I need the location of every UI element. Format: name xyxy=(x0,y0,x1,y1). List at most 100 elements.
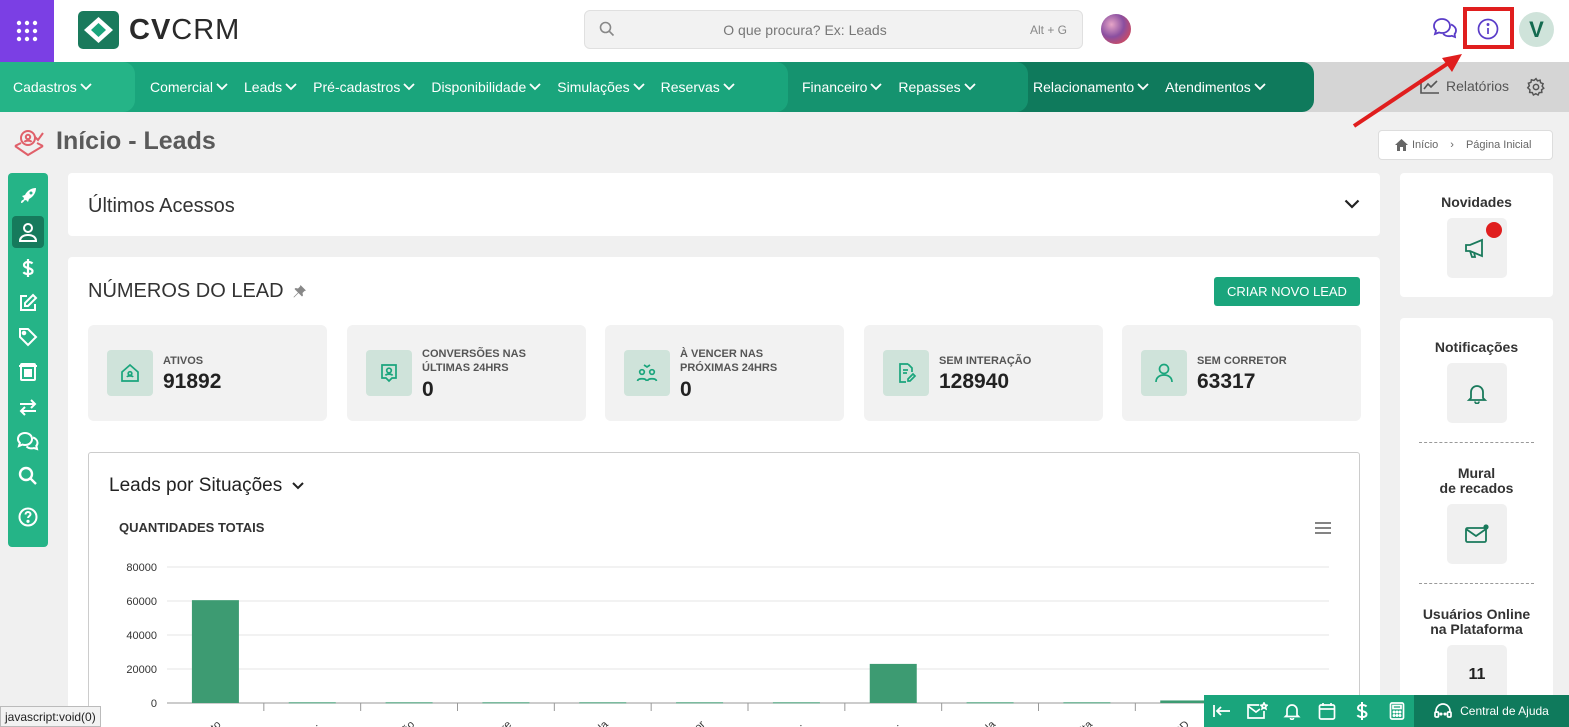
users-icon xyxy=(624,350,670,396)
nav-item-pre-cadastros[interactable]: Pré-cadastros xyxy=(313,79,415,95)
notificacoes-title: Notificações xyxy=(1434,339,1519,355)
bar[interactable] xyxy=(482,702,530,704)
rail-kiosk-button[interactable] xyxy=(12,356,44,388)
stat-card-sem-corretor[interactable]: SEM CORRETOR 63317 xyxy=(1122,325,1361,421)
highlight-annotation-box xyxy=(1463,7,1514,49)
rail-rocket-button[interactable] xyxy=(12,180,44,212)
chevron-down-icon xyxy=(292,482,304,490)
chevron-down-icon xyxy=(870,83,883,91)
user-icon xyxy=(18,223,38,242)
rail-dollar-button[interactable] xyxy=(12,252,44,284)
central-de-ajuda-button[interactable]: Central de Ajuda xyxy=(1414,695,1569,727)
bar[interactable] xyxy=(579,702,627,704)
nav-item-comercial[interactable]: Comercial xyxy=(150,79,228,95)
home-icon xyxy=(1395,139,1408,151)
nav-item-cadastros[interactable]: Cadastros xyxy=(13,79,92,95)
bar[interactable] xyxy=(676,702,724,704)
rail-chat-button[interactable] xyxy=(12,425,44,457)
nav-item-atendimentos[interactable]: Atendimentos xyxy=(1165,79,1266,95)
nav-item-financeiro[interactable]: Financeiro xyxy=(802,79,883,95)
collapse-left-button[interactable] xyxy=(1204,695,1239,727)
hamburger-menu-icon[interactable] xyxy=(1315,522,1331,534)
rocket-icon xyxy=(21,188,36,203)
swap-arrows-icon xyxy=(19,399,37,416)
breadcrumb-home[interactable]: Início xyxy=(1412,139,1438,151)
stat-label: À VENCER NAS xyxy=(680,348,764,360)
nav-item-simulacoes[interactable]: Simulações xyxy=(557,79,645,95)
pin-icon[interactable] xyxy=(292,284,306,299)
stat-card-ativos[interactable]: ATIVOS 91892 xyxy=(88,325,327,421)
stat-label: PRÓXIMAS 24HRS xyxy=(680,362,778,374)
ultimos-acessos-card[interactable]: Últimos Acessos xyxy=(68,173,1380,236)
x-tick-label: ...dada xyxy=(579,718,612,727)
rail-user-button[interactable] xyxy=(12,216,44,248)
stat-value: 128940 xyxy=(939,370,1010,393)
chart-subtitle: QUANTIDADES TOTAIS xyxy=(119,520,265,535)
rail-tag-button[interactable] xyxy=(12,321,44,353)
user-icon xyxy=(1141,350,1187,396)
chevron-down-icon xyxy=(633,83,645,91)
collapse-left-icon xyxy=(1212,705,1230,717)
nav-item-leads[interactable]: Leads xyxy=(244,79,297,95)
bar[interactable] xyxy=(288,702,336,704)
stat-card-a-vencer[interactable]: À VENCER NAS PRÓXIMAS 24HRS 0 xyxy=(605,325,844,421)
grid-icon xyxy=(16,20,38,42)
bell-icon xyxy=(1466,385,1488,404)
bar[interactable] xyxy=(869,663,917,703)
dollar-button[interactable] xyxy=(1344,695,1379,727)
globe-avatar-icon[interactable] xyxy=(1101,14,1131,44)
notificacoes-button[interactable] xyxy=(1447,363,1507,423)
nav-item-disponibilidade[interactable]: Disponibilidade xyxy=(431,79,541,95)
breadcrumb-current: Página Inicial xyxy=(1465,139,1532,151)
chevron-down-icon[interactable] xyxy=(1344,199,1360,209)
calculator-button[interactable] xyxy=(1379,695,1414,727)
cvcrm-logo[interactable]: CVCRM xyxy=(78,11,240,49)
search-bar[interactable]: Alt + G xyxy=(584,10,1083,49)
chevron-down-icon xyxy=(80,83,92,91)
bar[interactable] xyxy=(191,600,239,703)
mural-button[interactable] xyxy=(1447,504,1507,564)
calendar-button[interactable] xyxy=(1309,695,1344,727)
apps-grid-button[interactable] xyxy=(0,0,54,62)
chevron-down-icon xyxy=(403,83,415,91)
bar[interactable] xyxy=(966,702,1014,704)
chevron-down-icon xyxy=(1137,83,1149,91)
gear-icon[interactable] xyxy=(1526,77,1546,97)
stat-value: 0 xyxy=(680,378,692,401)
mail-star-button[interactable] xyxy=(1239,695,1274,727)
nav-item-reservas[interactable]: Reservas xyxy=(661,79,735,95)
kiosk-icon xyxy=(19,363,37,381)
stat-label: SEM INTERAÇÃO xyxy=(939,355,1032,367)
document-edit-icon xyxy=(883,350,929,396)
stat-value: 63317 xyxy=(1197,370,1256,393)
search-input[interactable] xyxy=(625,11,985,48)
stat-value: 0 xyxy=(422,378,434,401)
chevron-down-icon xyxy=(529,83,541,91)
red-arrow-annotation xyxy=(1352,54,1462,128)
nav-item-repasses[interactable]: Repasses xyxy=(898,79,976,95)
bar[interactable] xyxy=(385,702,433,704)
bar[interactable] xyxy=(1160,700,1208,703)
calculator-icon xyxy=(1389,702,1404,720)
chevron-down-icon xyxy=(723,83,735,91)
x-tick-label: ...ne... xyxy=(871,719,901,727)
stat-card-sem-interacao[interactable]: SEM INTERAÇÃO 128940 xyxy=(864,325,1103,421)
user-avatar[interactable]: V xyxy=(1519,12,1554,47)
x-tick-label: ...stor xyxy=(680,718,708,727)
chart-title-dropdown[interactable]: Leads por Situações xyxy=(109,475,304,497)
stat-card-conversoes[interactable]: CONVERSÕES NAS ÚLTIMAS 24HRS 0 xyxy=(347,325,586,421)
nav-item-relacionamento[interactable]: Relacionamento xyxy=(1033,79,1149,95)
rail-help-button[interactable] xyxy=(12,501,44,533)
chat-bubbles-icon[interactable] xyxy=(1432,17,1458,39)
rail-edit-button[interactable] xyxy=(12,287,44,319)
leads-por-situacoes-chart: Leads por Situações QUANTIDADES TOTAIS 0… xyxy=(88,452,1360,727)
rail-search-button[interactable] xyxy=(12,460,44,492)
bell-button[interactable] xyxy=(1274,695,1309,727)
chevron-down-icon xyxy=(1254,83,1266,91)
bar[interactable] xyxy=(772,702,820,704)
x-tick-label: ...ção xyxy=(390,719,418,727)
criar-novo-lead-button[interactable]: CRIAR NOVO LEAD xyxy=(1214,277,1360,306)
bar[interactable] xyxy=(1063,702,1111,704)
x-tick-label: ... RD xyxy=(1163,719,1191,727)
rail-transfer-button[interactable] xyxy=(12,391,44,423)
